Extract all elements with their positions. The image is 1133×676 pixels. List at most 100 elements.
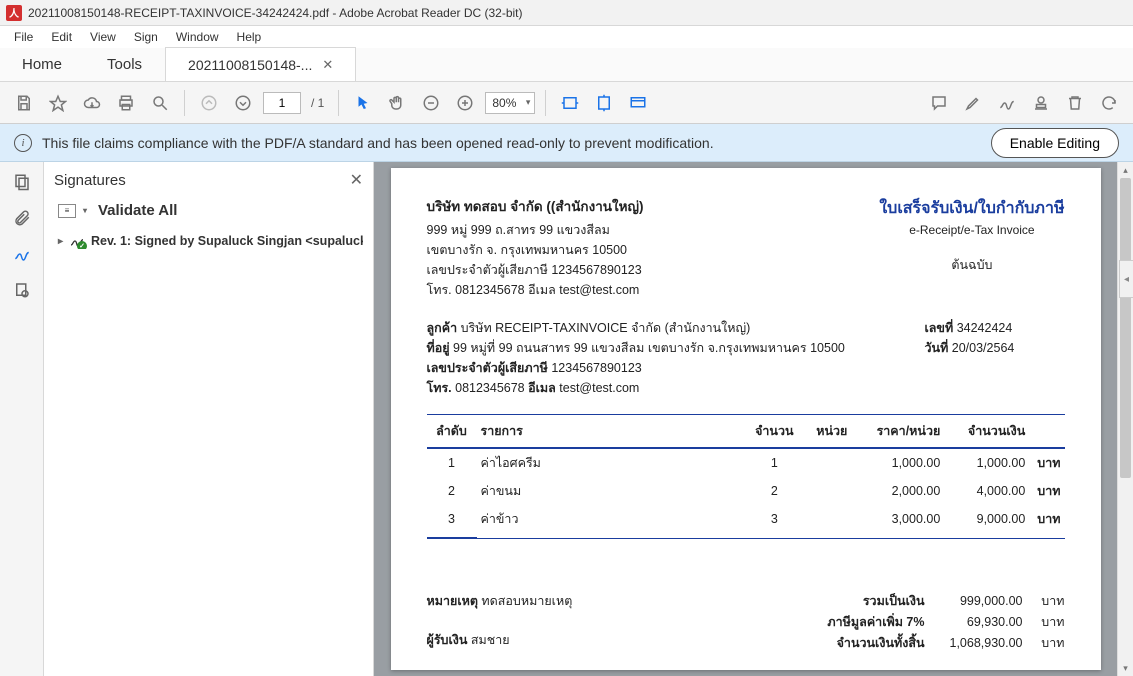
- th-price: ราคา/หน่วย: [859, 414, 944, 448]
- receiver-label: ผู้รับเงิน: [427, 633, 468, 647]
- table-row: 3ค่าข้าว33,000.009,000.00บาท: [427, 505, 1065, 537]
- left-rail: [0, 162, 44, 676]
- toolbar: / 1 80%: [0, 82, 1133, 124]
- cell-amount: 4,000.00: [944, 477, 1029, 505]
- cur1: บาท: [1035, 591, 1065, 612]
- cust-name: บริษัท RECEIPT-TAXINVOICE จำกัด (สำนักงา…: [457, 321, 750, 335]
- document-view[interactable]: บริษัท ทดสอบ จำกัด ((สำนักงานใหญ่) 999 ห…: [374, 162, 1117, 676]
- cell-amount: 1,000.00: [944, 448, 1029, 477]
- star-icon[interactable]: [44, 89, 72, 117]
- th-amount: จำนวนเงิน: [944, 414, 1029, 448]
- zoom-in-icon[interactable]: [451, 89, 479, 117]
- menu-sign[interactable]: Sign: [126, 28, 166, 46]
- vat: 69,930.00: [937, 612, 1023, 633]
- separator: [184, 90, 185, 116]
- scroll-thumb[interactable]: [1120, 178, 1131, 478]
- table-row: 2ค่าขนม22,000.004,000.00บาท: [427, 477, 1065, 505]
- page-up-icon[interactable]: [195, 89, 223, 117]
- th-no: ลำดับ: [427, 414, 477, 448]
- scroll-down-icon[interactable]: ▾: [1118, 660, 1133, 676]
- page-number-input[interactable]: [263, 92, 301, 114]
- tab-close-icon[interactable]: ✕: [322, 57, 333, 73]
- highlight-icon[interactable]: [959, 89, 987, 117]
- chevron-right-icon[interactable]: ▸: [58, 236, 63, 247]
- signature-revision-row[interactable]: ▸ ✓ Rev. 1: Signed by Supaluck Singjan <…: [54, 233, 363, 249]
- menu-view[interactable]: View: [82, 28, 124, 46]
- subtotal-label: รวมเป็นเงิน: [805, 591, 925, 612]
- tab-home[interactable]: Home: [0, 48, 85, 81]
- signatures-icon[interactable]: [10, 242, 34, 266]
- comment-icon[interactable]: [925, 89, 953, 117]
- menu-window[interactable]: Window: [168, 28, 227, 46]
- validate-dropdown-icon[interactable]: ≡: [58, 204, 76, 218]
- menu-edit[interactable]: Edit: [43, 28, 80, 46]
- scroll-up-icon[interactable]: ▴: [1118, 162, 1133, 178]
- cell-unit: [804, 477, 859, 505]
- menu-help[interactable]: Help: [229, 28, 270, 46]
- validate-all-button[interactable]: ≡ Validate All: [54, 202, 363, 219]
- layers-icon[interactable]: [10, 278, 34, 302]
- cell-unit: [804, 505, 859, 537]
- th-item: รายการ: [477, 414, 745, 448]
- cust-label: ลูกค้า: [427, 321, 458, 335]
- doc-title-en: e-Receipt/e-Tax Invoice: [879, 223, 1064, 237]
- zoom-value: 80%: [492, 96, 516, 110]
- cell-cur: บาท: [1029, 505, 1064, 537]
- cell-amount: 9,000.00: [944, 505, 1029, 537]
- cell-price: 2,000.00: [859, 477, 944, 505]
- menu-file[interactable]: File: [6, 28, 41, 46]
- signatures-title: Signatures: [54, 172, 126, 189]
- sign-icon[interactable]: [993, 89, 1021, 117]
- cust-taxid-label: เลขประจำตัวผู้เสียภาษี: [427, 361, 548, 375]
- company-addr1: 999 หมู่ 999 ถ.สาทร 99 แขวงสีลม: [427, 220, 644, 240]
- zoom-select[interactable]: 80%: [485, 92, 535, 114]
- hand-icon[interactable]: [383, 89, 411, 117]
- rotate-icon[interactable]: [1095, 89, 1123, 117]
- tab-tools[interactable]: Tools: [85, 48, 165, 81]
- fit-page-icon[interactable]: [590, 89, 618, 117]
- fit-width-icon[interactable]: [556, 89, 584, 117]
- scroll-track[interactable]: [1118, 178, 1133, 660]
- stamp-icon[interactable]: [1027, 89, 1055, 117]
- company-name: บริษัท ทดสอบ จำกัด ((สำนักงานใหญ่): [427, 196, 644, 218]
- cell-qty: 1: [744, 448, 804, 477]
- cell-no: 1: [427, 448, 477, 477]
- company-taxid: เลขประจำตัวผู้เสียภาษี 1234567890123: [427, 260, 644, 280]
- cloud-icon[interactable]: [78, 89, 106, 117]
- cust-email-label: อีเมล: [528, 381, 556, 395]
- selection-arrow-icon[interactable]: [349, 89, 377, 117]
- main-area: Signatures ✕ ≡ Validate All ▸ ✓ Rev. 1: …: [0, 162, 1133, 676]
- tools-pane-grabber[interactable]: ◂: [1119, 260, 1133, 298]
- vertical-scrollbar[interactable]: ▴ ▾: [1117, 162, 1133, 676]
- tab-document[interactable]: 20211008150148-... ✕: [165, 47, 356, 81]
- separator: [545, 90, 546, 116]
- cell-price: 1,000.00: [859, 448, 944, 477]
- thumbnails-icon[interactable]: [10, 170, 34, 194]
- docdate: 20/03/2564: [952, 341, 1015, 355]
- cust-tel: 0812345678: [452, 381, 528, 395]
- save-icon[interactable]: [10, 89, 38, 117]
- subtotal: 999,000.00: [937, 591, 1023, 612]
- enable-editing-button[interactable]: Enable Editing: [991, 128, 1119, 158]
- table-row: 1ค่าไอศครีม11,000.001,000.00บาท: [427, 448, 1065, 477]
- close-panel-icon[interactable]: ✕: [350, 170, 363, 190]
- menu-bar: File Edit View Sign Window Help: [0, 26, 1133, 48]
- pen-signature-icon: ✓: [69, 233, 85, 249]
- read-mode-icon[interactable]: [624, 89, 652, 117]
- page-down-icon[interactable]: [229, 89, 257, 117]
- search-icon[interactable]: [146, 89, 174, 117]
- remark: ทดสอบหมายเหตุ: [478, 594, 572, 608]
- print-icon[interactable]: [112, 89, 140, 117]
- trash-icon[interactable]: [1061, 89, 1089, 117]
- check-badge-icon: ✓: [77, 241, 87, 249]
- vat-label: ภาษีมูลค่าเพิ่ม 7%: [805, 612, 925, 633]
- zoom-out-icon[interactable]: [417, 89, 445, 117]
- cell-price: 3,000.00: [859, 505, 944, 537]
- signatures-panel: Signatures ✕ ≡ Validate All ▸ ✓ Rev. 1: …: [44, 162, 374, 676]
- cust-addr-label: ที่อยู่: [427, 341, 450, 355]
- attachments-icon[interactable]: [10, 206, 34, 230]
- items-table: ลำดับ รายการ จำนวน หน่วย ราคา/หน่วย จำนว…: [427, 414, 1065, 538]
- th-qty: จำนวน: [744, 414, 804, 448]
- separator: [338, 90, 339, 116]
- page-total-label: / 1: [311, 96, 324, 110]
